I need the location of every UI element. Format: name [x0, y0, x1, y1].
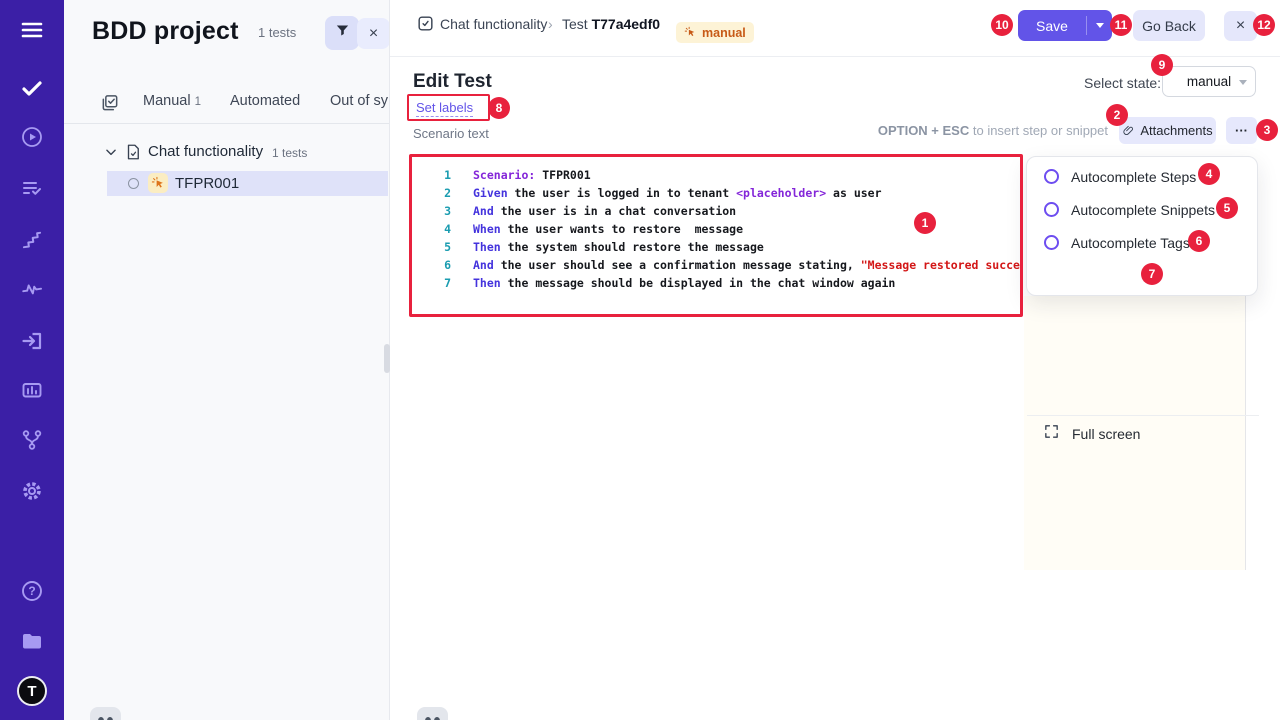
- report-chart-icon[interactable]: [20, 378, 44, 402]
- panel-close-button[interactable]: ×: [357, 18, 390, 49]
- breadcrumb-suite-link[interactable]: Chat functionality: [440, 16, 547, 32]
- radio-circle-icon[interactable]: [1044, 235, 1059, 250]
- testomat-logo[interactable]: T: [17, 676, 47, 706]
- breadcrumb-separator: ›: [548, 16, 553, 32]
- chevron-down-icon[interactable]: [104, 145, 118, 164]
- annotation-badge-1: 1: [914, 212, 936, 234]
- attachments-button[interactable]: Attachments: [1119, 117, 1216, 144]
- tab-automated[interactable]: Automated: [230, 93, 300, 109]
- pulse-analytics-icon[interactable]: [20, 277, 44, 301]
- save-button[interactable]: Save: [1018, 10, 1112, 41]
- overflow-pill: [417, 707, 448, 720]
- suite-document-icon: [124, 143, 142, 166]
- scenario-text-label: Scenario text: [413, 126, 489, 141]
- line-number: 6: [412, 256, 451, 274]
- annotation-badge-5: 5: [1216, 197, 1238, 219]
- annotation-badge-7: 7: [1141, 263, 1163, 285]
- annotation-badge-3: 3: [1256, 119, 1278, 141]
- project-test-count: 1 tests: [258, 25, 296, 40]
- breadcrumb-test-id: T77a4edf0: [592, 16, 660, 32]
- line-number: 7: [412, 274, 451, 292]
- filter-funnel-icon: [334, 22, 351, 44]
- caret-down-icon: [1096, 23, 1104, 28]
- overflow-pill: [90, 707, 121, 720]
- tab-manual[interactable]: Manual1: [143, 93, 201, 109]
- menu-item-full-screen[interactable]: Full screen: [1027, 415, 1259, 452]
- annotation-badge-9: 9: [1151, 54, 1173, 76]
- fullscreen-icon: [1043, 423, 1060, 445]
- import-signin-icon[interactable]: [20, 329, 44, 353]
- line-number: 4: [412, 220, 451, 238]
- test-status-circle-icon[interactable]: [128, 178, 139, 189]
- tab-manual-count: 1: [195, 96, 201, 108]
- radio-circle-icon[interactable]: [1044, 169, 1059, 184]
- line-number: 3: [412, 202, 451, 220]
- menu-item-autocomplete-tags[interactable]: Autocomplete Tags: [1027, 226, 1259, 259]
- steps-stairs-icon[interactable]: [20, 228, 44, 252]
- scenario-editor[interactable]: 1 Scenario: TFPR001 2 Given the user is lo…: [412, 157, 1020, 314]
- page-title: Edit Test: [413, 71, 492, 93]
- radio-circle-icon[interactable]: [1044, 202, 1059, 217]
- save-dropdown-toggle[interactable]: [1087, 23, 1112, 28]
- annotation-badge-8: 8: [488, 97, 510, 119]
- line-number: 1: [412, 166, 451, 184]
- test-id-label: TFPR001: [175, 175, 239, 192]
- panel-scrollbar-thumb[interactable]: [384, 344, 390, 373]
- editor-more-button[interactable]: ···: [1226, 117, 1257, 144]
- tab-out-of-sync[interactable]: Out of sy: [330, 93, 388, 109]
- menu-item-autocomplete-steps[interactable]: Autocomplete Steps: [1027, 160, 1259, 193]
- go-back-button[interactable]: Go Back: [1133, 10, 1205, 41]
- manual-cursor-icon: [148, 173, 168, 193]
- shortcut-hint: OPTION + ESC to insert step or snippet: [878, 123, 1108, 138]
- code-line: And the user is in a chat conversation: [473, 204, 736, 218]
- runs-list-icon[interactable]: [20, 176, 44, 200]
- docs-folder-icon[interactable]: [20, 629, 44, 653]
- sidebar-rail: ? T: [0, 0, 64, 720]
- test-filter-tabs: Manual1 Automated Out of sy: [64, 85, 390, 123]
- line-number: 5: [412, 238, 451, 256]
- tabbar-divider: [64, 123, 390, 124]
- select-state-label: Select state:: [1084, 75, 1161, 91]
- code-line: Then the message should be displayed in …: [473, 276, 895, 290]
- breadcrumb-test: Test T77a4edf0: [562, 16, 660, 32]
- suite-test-count: 1 tests: [272, 146, 307, 160]
- code-line: Scenario: TFPR001: [473, 168, 591, 182]
- settings-gear-icon[interactable]: [20, 479, 44, 503]
- annotation-badge-6: 6: [1188, 230, 1210, 252]
- caret-down-icon: [1239, 80, 1247, 85]
- paperclip-icon: [1122, 124, 1135, 137]
- svg-text:?: ?: [28, 584, 35, 598]
- app-window: ? T BDD project 1 tests × Manual1 Automa…: [0, 0, 1280, 720]
- tests-check-icon[interactable]: [20, 76, 44, 100]
- project-title: BDD project: [92, 17, 239, 46]
- code-line: When the user wants to restore message: [473, 222, 743, 236]
- line-number: 2: [412, 184, 451, 202]
- branch-icon[interactable]: [20, 428, 44, 452]
- annotation-badge-2: 2: [1106, 104, 1128, 126]
- code-line: Given the user is logged in to tenant <p…: [473, 186, 882, 200]
- set-labels-link[interactable]: Set labels: [416, 100, 473, 117]
- close-icon: ×: [369, 25, 378, 43]
- select-all-icon[interactable]: [100, 93, 120, 118]
- test-row[interactable]: TFPR001: [107, 171, 388, 196]
- manual-state-badge: manual: [676, 22, 754, 43]
- annotation-badge-11: 11: [1110, 14, 1132, 36]
- project-panel: BDD project 1 tests × Manual1 Automated …: [64, 0, 390, 720]
- state-select-dropdown[interactable]: manual: [1162, 66, 1256, 97]
- breadcrumb-task-icon: [416, 14, 435, 38]
- manual-cursor-icon: [684, 26, 697, 39]
- suite-row[interactable]: Chat functionality 1 tests: [64, 140, 390, 165]
- hamburger-menu-icon[interactable]: [20, 18, 44, 42]
- annotation-badge-12: 12: [1253, 14, 1275, 36]
- help-icon[interactable]: ?: [20, 579, 44, 603]
- annotation-badge-4: 4: [1198, 163, 1220, 185]
- filter-button[interactable]: [325, 16, 359, 50]
- code-line: And the user should see a confirmation m…: [473, 258, 1020, 272]
- code-line: Then the system should restore the messa…: [473, 240, 764, 254]
- suite-name: Chat functionality: [148, 143, 263, 160]
- annotation-badge-10: 10: [991, 14, 1013, 36]
- run-play-icon[interactable]: [20, 125, 44, 149]
